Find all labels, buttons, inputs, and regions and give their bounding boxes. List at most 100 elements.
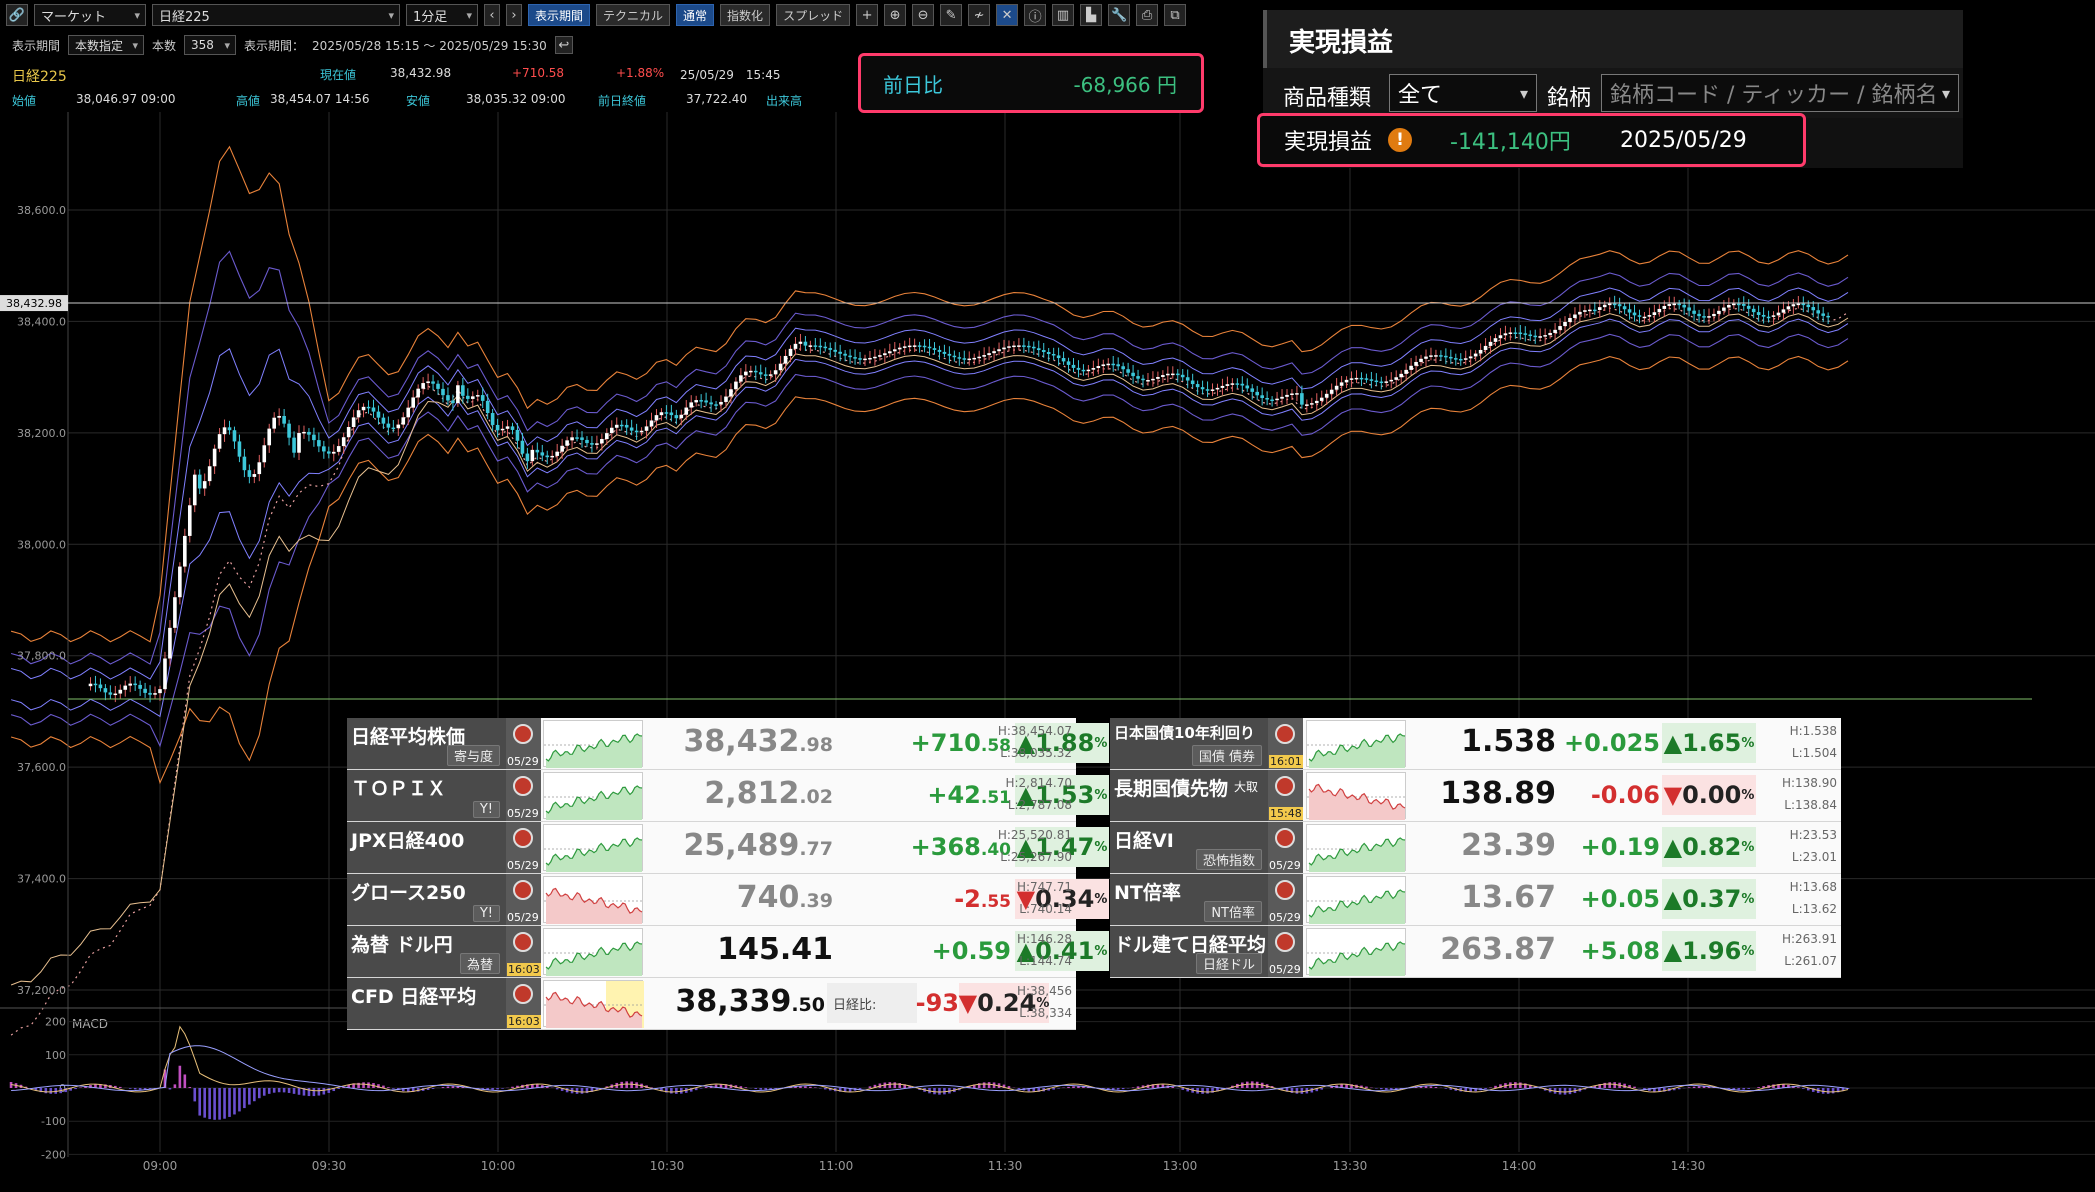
board-row[interactable]: 日本国債10年利回り 国債 債券 16:01 1.538 +0.025 ▲ 1.65% H:1… [1110,718,1841,770]
board-high: H:2,814.70 [1005,776,1072,790]
candle-icon[interactable]: ▥ [1052,4,1075,26]
macd-hist-bar [307,1088,311,1097]
export-icon[interactable]: ⧉ [1164,4,1187,26]
candle-body [237,441,242,457]
spread-button[interactable]: スプレッド [776,4,851,26]
sparkline [543,928,644,976]
macd-hist-bar [823,1088,827,1090]
macd-hist-bar [446,1086,450,1088]
candle-body [639,430,644,433]
candle-body [694,400,698,403]
zoom-out-icon[interactable]: ⊖ [912,4,935,26]
candle-body [798,341,803,344]
candle-body [396,424,401,429]
candle-body [485,400,490,414]
candle-body [1334,385,1339,390]
info-icon[interactable]: ⓘ [1024,4,1047,26]
macd-hist-bar [1375,1088,1378,1089]
candle-body [242,456,247,471]
current-value: 38,432.98 [390,66,452,80]
candle-body [545,455,550,458]
board-row[interactable]: 為替 ドル円 為替 16:03 145.41 +0.59 ▲ 0.41% H:146.28 L:… [347,926,1109,978]
candle-body [555,451,559,456]
board-row[interactable]: CFD 日経平均 16:03 38,339.50 日経比: -93 ▼ 0.24% H:38,… [347,978,1076,1030]
candle-body [788,348,793,356]
zoom-in-icon[interactable]: ⊕ [884,4,907,26]
technical-button[interactable]: テクニカル [596,4,671,26]
change-main: +368 [910,833,981,861]
next-icon[interactable]: › [506,4,522,26]
marker-icon[interactable]: ✕ [996,4,1019,26]
board-price: 38,432.98 [647,724,833,759]
candle-body [1031,346,1036,349]
board-row[interactable]: グロース250 Y! 05/29 740.39 -2.55 ▼ 0.34% H:747.71 L… [347,874,1109,926]
macd-hist-bar [1206,1088,1209,1094]
display-period-button[interactable]: 表示期間 [528,4,591,26]
board-sub-button[interactable]: Y! [472,801,500,818]
board-sub-button[interactable]: 国債 債券 [1191,745,1262,766]
market-select[interactable]: マーケット [34,4,146,26]
board-row[interactable]: 日経VI 恐怖指数 05/29 23.39 +0.19 ▲ 0.82% H:23.53 L:23… [1110,822,1841,874]
candle-body [287,423,291,438]
warning-icon[interactable]: ! [1388,128,1412,152]
macd-hist-bar [1519,1082,1522,1088]
price-chart[interactable]: 38,600.0 38,400.0 38,200.0 38,000.0 37,800.0… [0,112,2095,1192]
board-row[interactable]: ドル建て日経平均 日経ドル 05/29 263.87 +5.08 ▲ 1.96% H:263.… [1110,926,1841,978]
board-row[interactable]: 長期国債先物 大取 15:48 138.89 -0.06 ▼ 0.00% H:138.90 L:… [1110,770,1841,822]
crosshair-icon[interactable]: + [856,4,879,26]
link-icon[interactable]: 🔗 [6,4,28,26]
change-pct: +1.88% [616,66,665,80]
pct-unit: % [1741,735,1755,751]
candle-body [1707,316,1711,318]
sparkline [1306,876,1407,924]
candle-body [331,451,336,454]
pen-icon[interactable]: ✎ [940,4,963,26]
candle-body [202,481,207,489]
stock-input[interactable]: 銘柄コード / ティッカー / 銘柄名 [1601,74,1959,112]
candle-body [1607,303,1612,306]
reset-icon[interactable]: ↩ [554,36,573,54]
macd-hist-bar [337,1088,341,1089]
board-sub-button[interactable]: Y! [472,905,500,922]
x-tick-label: 09:00 [143,1159,178,1173]
board-row[interactable]: ＴＯＰＩＸ Y! 05/29 2,812.02 +42.51 ▲ 1.53% H:2,814.… [347,770,1109,822]
board-high: H:13.68 [1789,880,1837,894]
candle-body [391,427,396,430]
print-icon[interactable]: ⎙ [1136,4,1159,26]
symbol-select[interactable]: 日経225 [152,4,400,26]
candle-body [674,415,679,419]
normal-button[interactable]: 通常 [676,4,715,26]
trend-icon[interactable]: ≁ [968,4,991,26]
board-row[interactable]: JPX日経400 05/29 25,489.77 +368.40 ▲ 1.47% H:25,… [347,822,1109,874]
interval-select[interactable]: 1分足 [406,4,478,26]
candle-body [123,685,128,690]
candle-body [187,505,192,536]
volume-icon[interactable]: ▙ [1080,4,1103,26]
prev-icon[interactable]: ‹ [484,4,500,26]
macd-hist-bar [675,1088,678,1094]
board-sub-button[interactable]: 日経ドル [1195,953,1262,974]
settings-icon[interactable]: 🔧 [1108,4,1131,26]
macd-hist-bar [938,1088,941,1095]
index-button[interactable]: 指数化 [720,4,771,26]
candle-body [972,357,977,360]
macd-hist-bar [1320,1088,1324,1090]
candle-body [336,446,341,452]
candle-body [1285,394,1289,397]
board-row[interactable]: 日経平均株価 寄与度 05/29 38,432.98 +710.58 ▲ 1.88% H:38… [347,718,1109,770]
candle-body [480,395,485,401]
period-mode-select[interactable]: 本数指定 [68,35,145,55]
board-sub-button[interactable]: 為替 [459,953,500,974]
candle-body [1051,354,1056,356]
candle-body [605,433,609,440]
macd-hist-bar [1687,1087,1691,1088]
board-sub-button[interactable]: 寄与度 [446,745,500,766]
product-select[interactable]: 全て [1389,74,1537,112]
macd-tick-label: -200 [41,1148,66,1161]
board-sub-button[interactable]: 恐怖指数 [1195,849,1262,870]
board-sub-button[interactable]: NT倍率 [1204,901,1262,922]
macd-hist-bar [223,1088,226,1119]
count-input[interactable]: 358 [184,35,237,55]
board-row[interactable]: NT倍率 NT倍率 05/29 13.67 +0.05 ▲ 0.37% H:13.68 L:13… [1110,874,1841,926]
candle-body [317,440,321,447]
